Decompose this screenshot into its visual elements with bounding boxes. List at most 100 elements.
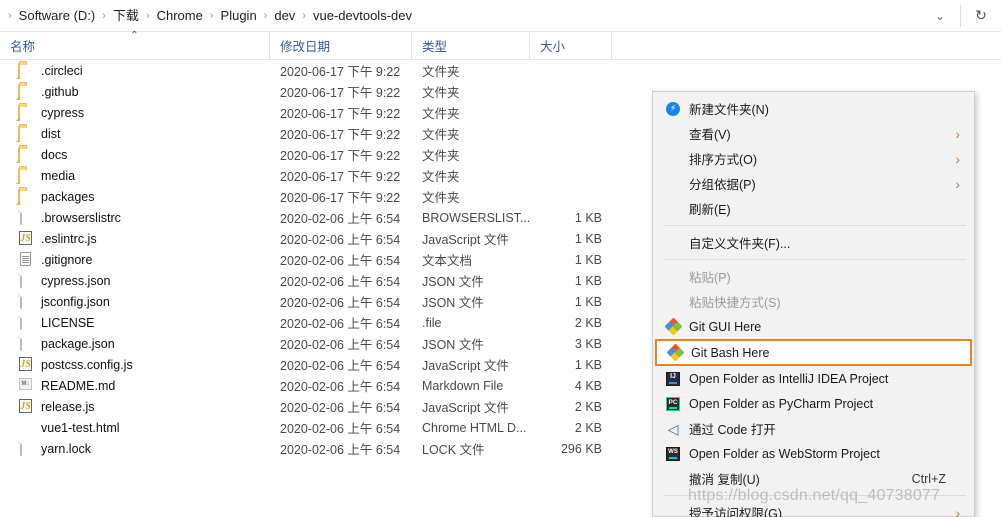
breadcrumb-separator: › (102, 9, 106, 22)
menu-separator (663, 495, 966, 496)
column-header-type-label: 类型 (422, 39, 448, 54)
file-date-cell: 2020-02-06 上午 6:54 (280, 422, 401, 436)
file-type-cell: JavaScript 文件 (422, 233, 509, 247)
file-name-cell[interactable]: cypress (0, 102, 270, 123)
chevron-right-icon: › (955, 504, 960, 517)
file-type-cell: .file (422, 315, 442, 330)
file-name-cell[interactable]: .gitignore (0, 249, 270, 270)
file-date-cell: 2020-06-17 下午 9:22 (280, 86, 401, 100)
file-name-cell[interactable]: .browserslistrc (0, 207, 270, 228)
menu-item[interactable]: ⚡ 新建文件夹(N) (653, 96, 974, 121)
menu-item-label: 分组依据(P) (689, 178, 756, 192)
file-name-cell[interactable]: cypress.json (0, 270, 270, 291)
menu-item[interactable]: Open Folder as IntelliJ IDEA Project (653, 366, 974, 391)
file-name-cell[interactable]: LICENSE (0, 312, 270, 333)
context-menu[interactable]: ⚡ 新建文件夹(N) 查看(V) › 排序方式(O) › 分组依据(P) › 刷新(E) 自定义文… (652, 91, 975, 517)
column-header-size[interactable]: 大小 (530, 31, 612, 59)
menu-item[interactable]: 分组依据(P) › (653, 171, 974, 196)
file-name-label: yarn.lock (41, 441, 92, 456)
file-name-label: README.md (41, 378, 116, 393)
breadcrumb-item-5[interactable]: vue-devtools-dev (308, 4, 417, 28)
file-name-label: .gitignore (41, 252, 93, 267)
breadcrumb-item-1[interactable]: 下载 (108, 4, 144, 28)
breadcrumb-item-2[interactable]: Chrome (152, 4, 208, 28)
menu-item-label: 粘贴(P) (689, 271, 731, 285)
file-name-cell[interactable]: packages (0, 186, 270, 207)
file-name-cell[interactable]: .github (0, 81, 270, 102)
menu-item[interactable]: 撤消 复制(U) Ctrl+Z (653, 466, 974, 491)
menu-item[interactable]: 查看(V) › (653, 121, 974, 146)
menu-item[interactable]: 自定义文件夹(F)... (653, 230, 974, 255)
file-name-cell[interactable]: JS postcss.config.js (0, 354, 270, 375)
file-name-label: LICENSE (41, 315, 95, 330)
file-date-cell: 2020-02-06 上午 6:54 (280, 401, 401, 415)
vscode-icon: ◁ (667, 420, 679, 437)
menu-item-label: Open Folder as WebStorm Project (689, 446, 880, 461)
file-date-cell: 2020-06-17 下午 9:22 (280, 65, 401, 79)
menu-item[interactable]: Open Folder as WebStorm Project (653, 441, 974, 466)
file-name-cell[interactable]: M↓ README.md (0, 375, 270, 396)
menu-item-label: 撤消 复制(U) (689, 473, 760, 487)
menu-item[interactable]: Open Folder as PyCharm Project (653, 391, 974, 416)
file-icon (18, 272, 33, 288)
file-size-cell: 4 KB (574, 378, 602, 393)
menu-item[interactable]: Git GUI Here (653, 314, 974, 339)
menu-item[interactable]: 刷新(E) (653, 196, 974, 221)
breadcrumb[interactable]: › Software (D:) › 下载 › Chrome › Plugin › dev › vue-… (0, 0, 920, 31)
file-row[interactable]: .circleci 2020-06-17 下午 9:22 文件夹 (0, 60, 1001, 81)
menu-item-label: 查看(V) (689, 128, 731, 142)
file-type-cell: Markdown File (422, 378, 504, 393)
file-name-cell[interactable]: docs (0, 144, 270, 165)
refresh-icon[interactable]: ↻ (961, 0, 1001, 32)
file-name-cell[interactable]: media (0, 165, 270, 186)
file-name-cell[interactable]: .circleci (0, 60, 270, 81)
folder-icon (18, 147, 33, 163)
file-size-cell: 2 KB (574, 420, 602, 435)
menu-item[interactable]: ◁ 通过 Code 打开 (653, 416, 974, 441)
file-name-label: packages (41, 189, 95, 204)
folder-icon (18, 189, 33, 205)
file-size-cell: 2 KB (574, 315, 602, 330)
menu-separator (663, 225, 966, 226)
file-date-cell: 2020-06-17 下午 9:22 (280, 107, 401, 121)
menu-item: 粘贴快捷方式(S) (653, 289, 974, 314)
column-header-filler (612, 31, 1001, 59)
menu-item[interactable]: Git Bash Here (655, 339, 972, 366)
file-type-cell: Chrome HTML D... (422, 420, 527, 435)
javascript-file-icon: JS (19, 399, 32, 413)
column-header-date[interactable]: 修改日期 (270, 31, 412, 59)
file-explorer-window: › Software (D:) › 下载 › Chrome › Plugin › dev › vue-… (0, 0, 1001, 517)
column-header-name[interactable]: ⌃ 名称 (0, 31, 270, 59)
file-icon (18, 335, 33, 351)
breadcrumb-separator: › (145, 9, 150, 22)
chevron-down-icon[interactable]: ⌄ (920, 0, 960, 32)
file-name-cell[interactable]: JS .eslintrc.js (0, 228, 270, 249)
address-bar: › Software (D:) › 下载 › Chrome › Plugin › dev › vue-… (0, 0, 1001, 32)
menu-item-label: 自定义文件夹(F)... (689, 237, 791, 251)
javascript-file-icon: JS (19, 231, 32, 245)
menu-item-shortcut: Ctrl+Z (911, 471, 946, 486)
file-type-cell: 文件夹 (422, 149, 460, 163)
file-name-cell[interactable]: package.json (0, 333, 270, 354)
breadcrumb-item-0[interactable]: Software (D:) (14, 4, 101, 28)
column-header-type[interactable]: 类型 (412, 31, 530, 59)
menu-item[interactable]: 排序方式(O) › (653, 146, 974, 171)
file-date-cell: 2020-02-06 上午 6:54 (280, 338, 401, 352)
file-icon (18, 209, 33, 225)
file-name-cell[interactable]: dist (0, 123, 270, 144)
folder-icon (18, 168, 33, 184)
file-date-cell: 2020-02-06 上午 6:54 (280, 275, 401, 289)
javascript-file-icon: JS (19, 357, 32, 371)
file-type-cell: 文件夹 (422, 191, 460, 205)
file-type-cell: 文件夹 (422, 107, 460, 121)
file-name-cell[interactable]: JS release.js (0, 396, 270, 417)
file-type-cell: JSON 文件 (422, 338, 484, 352)
menu-item[interactable]: 授予访问权限(G) › (653, 500, 974, 517)
file-name-cell[interactable]: yarn.lock (0, 438, 270, 459)
menu-item-label: 刷新(E) (689, 203, 731, 217)
breadcrumb-item-4[interactable]: dev (269, 4, 300, 28)
file-name-cell[interactable]: vue1-test.html (0, 417, 270, 438)
file-size-cell: 1 KB (574, 252, 602, 267)
file-name-cell[interactable]: jsconfig.json (0, 291, 270, 312)
breadcrumb-item-3[interactable]: Plugin (216, 4, 262, 28)
